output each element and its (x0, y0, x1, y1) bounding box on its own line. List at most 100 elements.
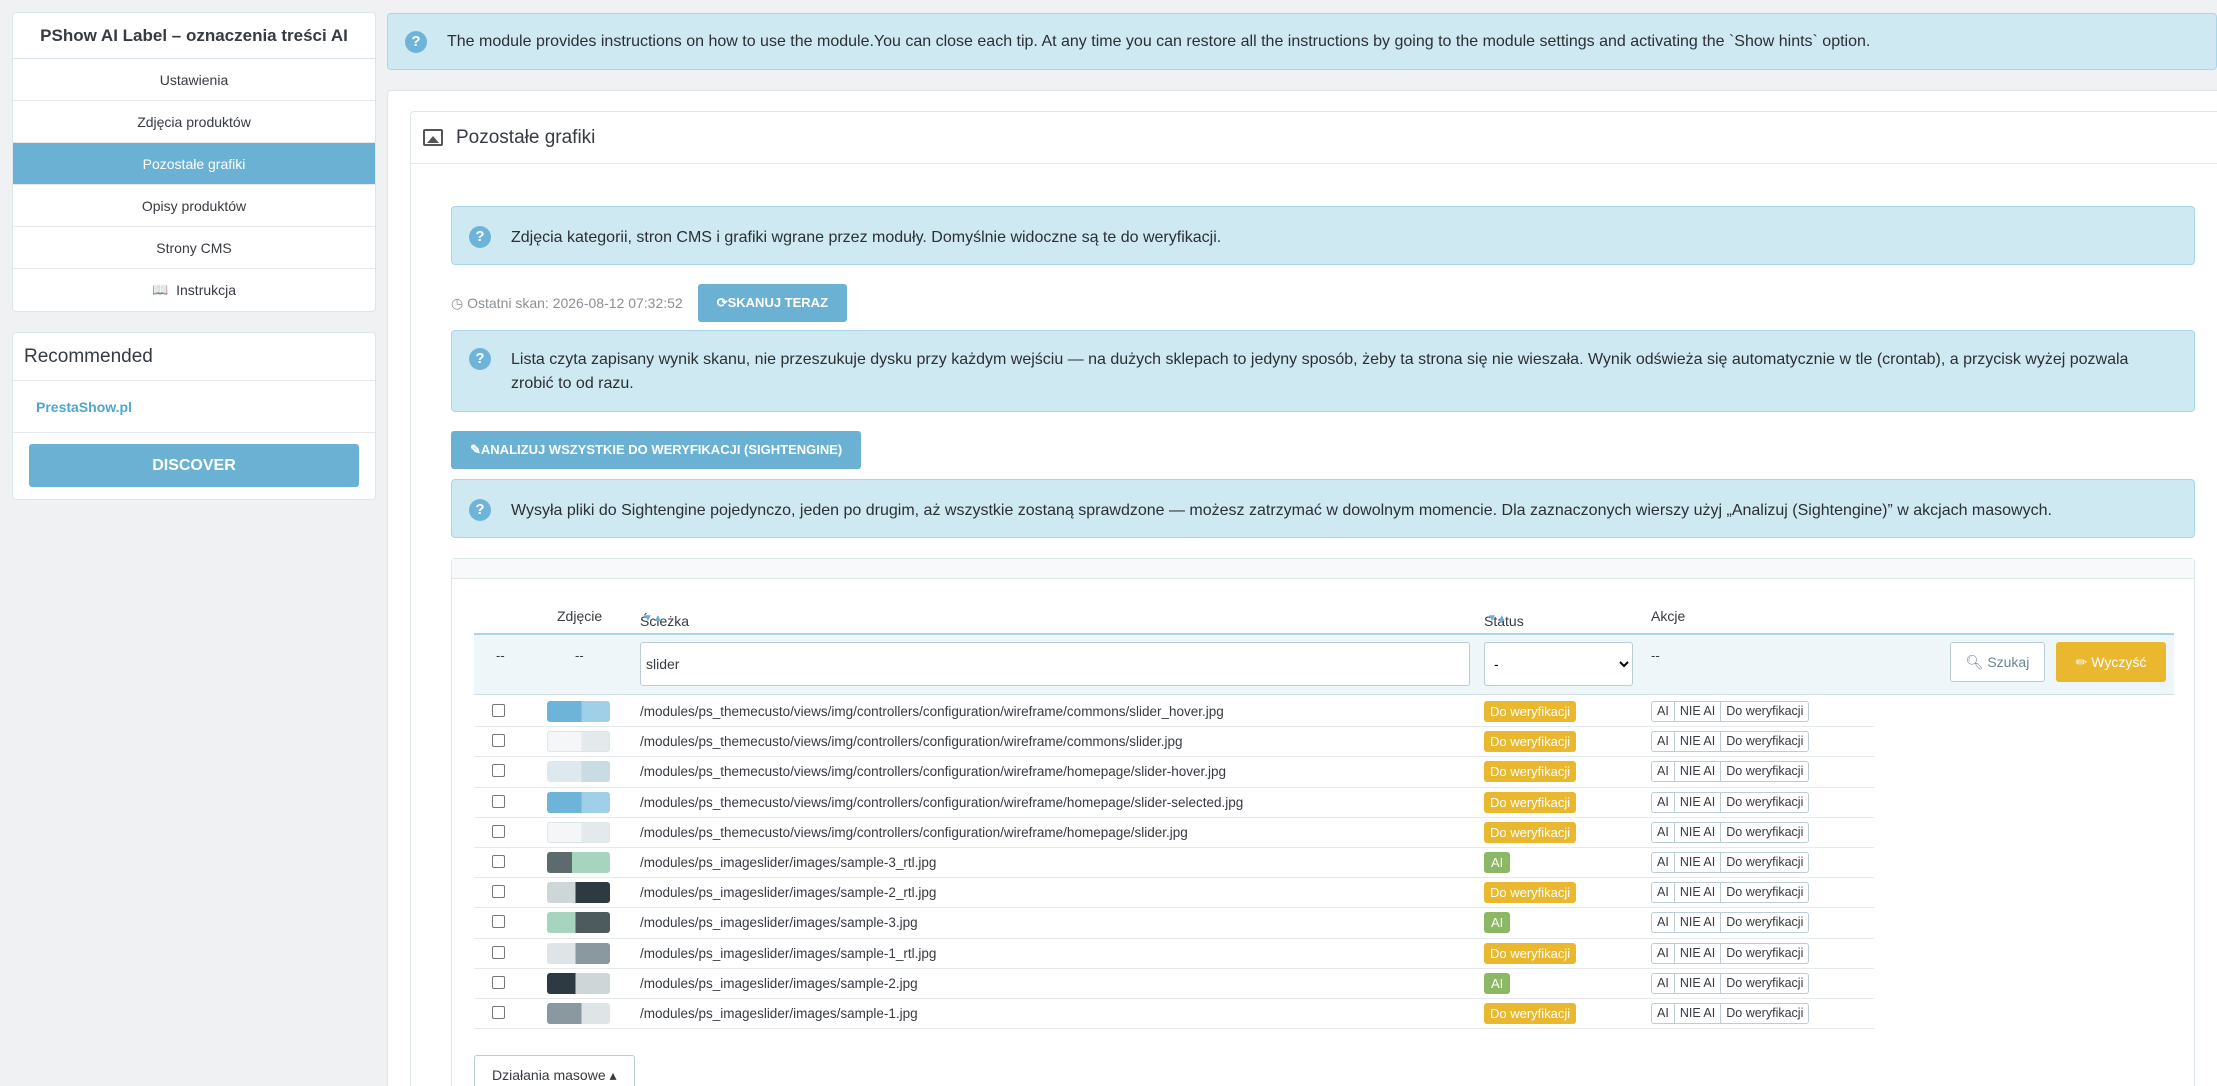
main-panel: Pozostałe grafiki ? Zdjęcia kategorii, s… (387, 90, 2217, 1086)
row-checkbox[interactable] (492, 945, 505, 959)
sidebar-item-instructions-label: Instrukcja (176, 282, 237, 298)
filter-row: -- -- - -- 🔍︎ Szukaj ✏︎ Wyczyść (474, 633, 2174, 695)
row-actions: AI NIE AI Do weryfikacji (1651, 942, 1810, 964)
row-path: /modules/ps_themecusto/views/img/control… (640, 824, 1188, 840)
mark-verify-button[interactable]: Do weryfikacji (1720, 731, 1810, 753)
row-checkbox[interactable] (492, 915, 505, 929)
mark-ai-button[interactable]: AI (1651, 761, 1675, 783)
row-checkbox[interactable] (492, 885, 505, 899)
mark-not-ai-button[interactable]: NIE AI (1673, 912, 1722, 934)
mark-not-ai-button[interactable]: NIE AI (1673, 761, 1722, 783)
discover-button[interactable]: DISCOVER (29, 444, 359, 487)
mark-not-ai-button[interactable]: NIE AI (1673, 942, 1722, 964)
mark-ai-button[interactable]: AI (1651, 851, 1675, 873)
mark-ai-button[interactable]: AI (1651, 791, 1675, 813)
mark-ai-button[interactable]: AI (1651, 821, 1675, 843)
row-path: /modules/ps_imageslider/images/sample-1.… (640, 1005, 918, 1021)
row-actions: AI NIE AI Do weryfikacji (1651, 972, 1810, 994)
mark-verify-button[interactable]: Do weryfikacji (1720, 882, 1810, 904)
mark-not-ai-button[interactable]: NIE AI (1673, 972, 1722, 994)
mark-verify-button[interactable]: Do weryfikacji (1720, 761, 1810, 783)
mark-verify-button[interactable]: Do weryfikacji (1720, 972, 1810, 994)
row-actions: AI NIE AI Do weryfikacji (1651, 821, 1810, 843)
status-badge: AI (1484, 912, 1511, 934)
question-icon: ? (405, 30, 427, 53)
panel-header: Pozostałe grafiki (411, 112, 2217, 164)
mark-not-ai-button[interactable]: NIE AI (1673, 1002, 1722, 1024)
sidebar-item-product-descriptions[interactable]: Opisy produktów (13, 185, 375, 227)
analyze-all-button[interactable]: ✎ANALIZUJ WSZYSTKIE DO WERYFIKACJI (SIGH… (451, 431, 862, 469)
mark-verify-button[interactable]: Do weryfikacji (1720, 821, 1810, 843)
mark-ai-button[interactable]: AI (1651, 882, 1675, 904)
table-header: Zdjęcie Ścieżka ▼▲ Status ▼▲ Akcje (557, 608, 1686, 629)
scan-now-button[interactable]: ⟳SKANUJ TERAZ (697, 284, 848, 322)
col-actions: Akcje (1651, 608, 1686, 624)
row-checkbox[interactable] (492, 975, 505, 989)
module-menu: PShow AI Label – oznaczenia treści AI Us… (12, 12, 376, 312)
eraser-icon: ✏︎ (2075, 653, 2088, 670)
status-badge: Do weryfikacji (1484, 942, 1577, 964)
mark-verify-button[interactable]: Do weryfikacji (1720, 1002, 1810, 1024)
mark-ai-button[interactable]: AI (1651, 1002, 1675, 1024)
question-icon: ? (469, 348, 491, 370)
row-actions: AI NIE AI Do weryfikacji (1651, 761, 1810, 783)
mark-not-ai-button[interactable]: NIE AI (1673, 821, 1722, 843)
row-checkbox[interactable] (492, 794, 505, 808)
row-actions: AI NIE AI Do weryfikacji (1651, 731, 1810, 753)
path-filter-input[interactable] (640, 642, 1470, 686)
status-filter-select[interactable]: - (1484, 642, 1633, 686)
bulk-actions-button[interactable]: Działania masowe ▴ (474, 1055, 635, 1086)
row-checkbox[interactable] (492, 734, 505, 748)
last-scan-text: ◷ Ostatni skan: 2026-08-12 07:32:52 (451, 294, 683, 311)
mark-ai-button[interactable]: AI (1651, 972, 1675, 994)
row-actions: AI NIE AI Do weryfikacji (1651, 851, 1810, 873)
row-thumbnail (547, 912, 610, 934)
mark-not-ai-button[interactable]: NIE AI (1673, 791, 1722, 813)
row-checkbox[interactable] (492, 854, 505, 868)
status-badge: Do weryfikacji (1484, 1002, 1577, 1024)
sidebar-item-settings[interactable]: Ustawienia (13, 59, 375, 101)
panel-title: Pozostałe grafiki (456, 126, 596, 148)
mark-ai-button[interactable]: AI (1651, 731, 1675, 753)
row-checkbox[interactable] (492, 1005, 505, 1019)
row-path: /modules/ps_imageslider/images/sample-3.… (640, 915, 918, 931)
question-icon: ? (469, 499, 491, 521)
search-button[interactable]: 🔍︎ Szukaj (1950, 642, 2045, 682)
mark-not-ai-button[interactable]: NIE AI (1673, 882, 1722, 904)
sidebar-item-other-graphics[interactable]: Pozostałe grafiki (13, 143, 375, 185)
clear-filter-button[interactable]: ✏︎ Wyczyść (2056, 642, 2166, 682)
mark-verify-button[interactable]: Do weryfikacji (1720, 791, 1810, 813)
module-hint-text: The module provides instructions on how … (447, 32, 1871, 50)
sidebar-item-cms-pages[interactable]: Strony CMS (13, 227, 375, 269)
col-photo: Zdjęcie (557, 608, 603, 624)
row-thumbnail (547, 761, 610, 783)
mark-verify-button[interactable]: Do weryfikacji (1720, 942, 1810, 964)
mark-verify-button[interactable]: Do weryfikacji (1720, 912, 1810, 934)
prestashow-link[interactable]: PrestaShow.pl (13, 381, 375, 433)
mark-ai-button[interactable]: AI (1651, 701, 1675, 722)
info-tip-sightengine: ? Wysyła pliki do Sightengine pojedynczo… (451, 479, 2195, 538)
graphics-list-panel: Zdjęcie Ścieżka▼▲ Status▼▲ Akcje -- -- -… (451, 558, 2195, 1086)
sidebar-item-product-photos[interactable]: Zdjęcia produktów (13, 101, 375, 143)
row-checkbox[interactable] (492, 764, 505, 778)
mark-verify-button[interactable]: Do weryfikacji (1720, 701, 1810, 722)
row-actions: AI NIE AI Do weryfikacji (1651, 701, 1810, 722)
info-tip-text: Zdjęcia kategorii, stron CMS i grafiki w… (511, 229, 1222, 246)
row-path: /modules/ps_imageslider/images/sample-2.… (640, 975, 918, 991)
mark-verify-button[interactable]: Do weryfikacji (1720, 851, 1810, 873)
image-icon (423, 129, 443, 146)
mark-not-ai-button[interactable]: NIE AI (1673, 731, 1722, 753)
sort-icon: ▼▲ (1487, 613, 1507, 624)
sidebar-item-instructions[interactable]: 📖 Instrukcja (13, 269, 375, 311)
mark-not-ai-button[interactable]: NIE AI (1673, 851, 1722, 873)
row-path: /modules/ps_imageslider/images/sample-3_… (640, 854, 937, 870)
row-checkbox[interactable] (492, 704, 505, 717)
mark-not-ai-button[interactable]: NIE AI (1673, 701, 1722, 722)
sort-icon: ▼▲ (643, 613, 663, 624)
mark-ai-button[interactable]: AI (1651, 912, 1675, 934)
mark-ai-button[interactable]: AI (1651, 942, 1675, 964)
info-tip-text: Lista czyta zapisany wynik skanu, nie pr… (511, 351, 2129, 392)
row-checkbox[interactable] (492, 824, 505, 838)
filter-placeholder: -- (1651, 648, 1660, 663)
book-icon: 📖 (151, 282, 169, 297)
